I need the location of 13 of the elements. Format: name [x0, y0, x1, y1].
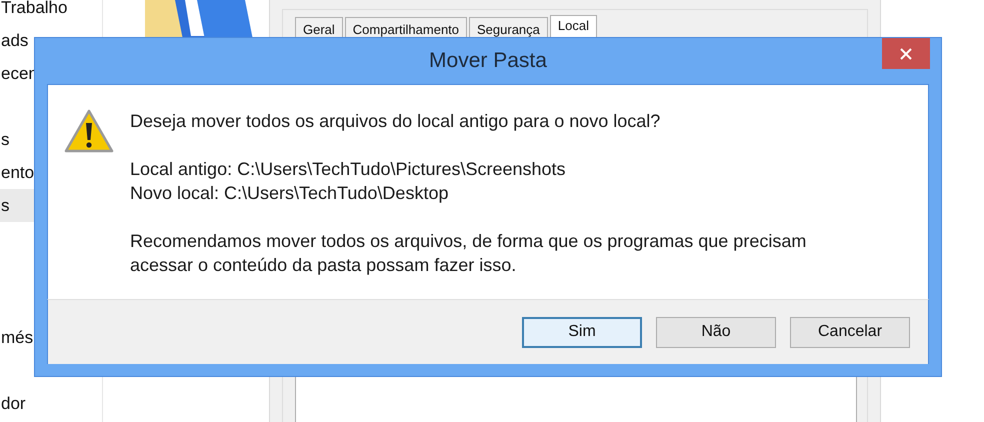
dialog-button[interactable]: Cancelar	[790, 316, 910, 348]
window-title: Mover Pasta	[429, 49, 547, 73]
warning-icon	[64, 109, 114, 153]
recommendation-text: Recomendamos mover todos os arquivos, de forma que os programas que precisam acessar o conteúdo da pasta possam fazer isso.	[130, 230, 808, 277]
sidebar-item[interactable]: dor	[0, 387, 102, 420]
question-text: Deseja mover todos os arquivos do local antigo para o novo local?	[130, 110, 662, 133]
dialog-button[interactable]: Não	[656, 316, 776, 348]
new-location-text: Novo local: C:\Users\TechTudo\Desktop	[130, 182, 450, 205]
dialog-button[interactable]: Sim	[522, 316, 642, 348]
close-button[interactable]	[882, 38, 930, 69]
old-location-text: Local antigo: C:\Users\TechTudo\Pictures\Screenshots	[130, 158, 567, 181]
sidebar-item[interactable]: Trabalho	[0, 0, 102, 24]
close-icon	[900, 48, 912, 60]
